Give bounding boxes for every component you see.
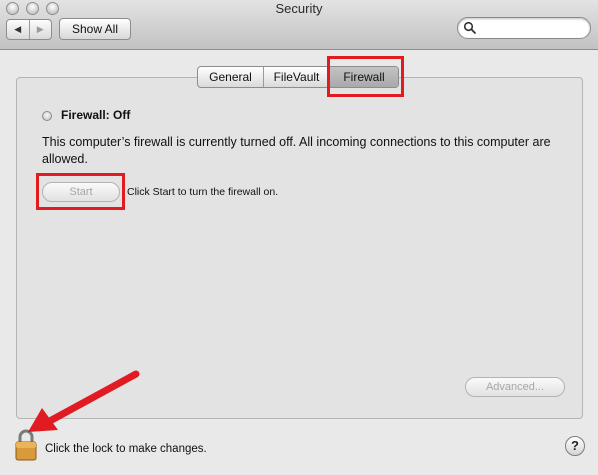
search-field[interactable] [457, 17, 591, 39]
start-hint-text: Click Start to turn the firewall on. [127, 186, 279, 198]
lock-icon[interactable] [14, 428, 38, 461]
search-input[interactable] [478, 20, 584, 36]
navigation-buttons: ◀ ▶ [6, 19, 52, 40]
advanced-button[interactable]: Advanced... [465, 377, 565, 397]
tab-firewall[interactable]: Firewall [330, 67, 398, 87]
forward-button[interactable]: ▶ [30, 20, 52, 39]
window-title: Security [275, 1, 323, 16]
firewall-status-title: Firewall: Off [61, 108, 131, 122]
toolbar: Security ◀ ▶ Show All [0, 0, 598, 50]
tab-filevault[interactable]: FileVault [264, 67, 330, 87]
tab-bar: General FileVault Firewall [197, 66, 399, 88]
firewall-description: This computer’s firewall is currently tu… [42, 135, 551, 166]
firewall-status-indicator-icon [42, 111, 52, 121]
search-icon [463, 21, 476, 34]
lock-instruction-text: Click the lock to make changes. [45, 443, 207, 455]
back-button[interactable]: ◀ [7, 20, 30, 39]
show-all-button[interactable]: Show All [59, 18, 131, 40]
help-button[interactable]: ? [565, 436, 585, 456]
back-arrow-icon: ◀ [14, 24, 22, 34]
start-firewall-button[interactable]: Start [42, 182, 120, 202]
firewall-panel [16, 77, 583, 419]
tab-general[interactable]: General [198, 67, 264, 87]
forward-arrow-icon: ▶ [36, 24, 44, 34]
